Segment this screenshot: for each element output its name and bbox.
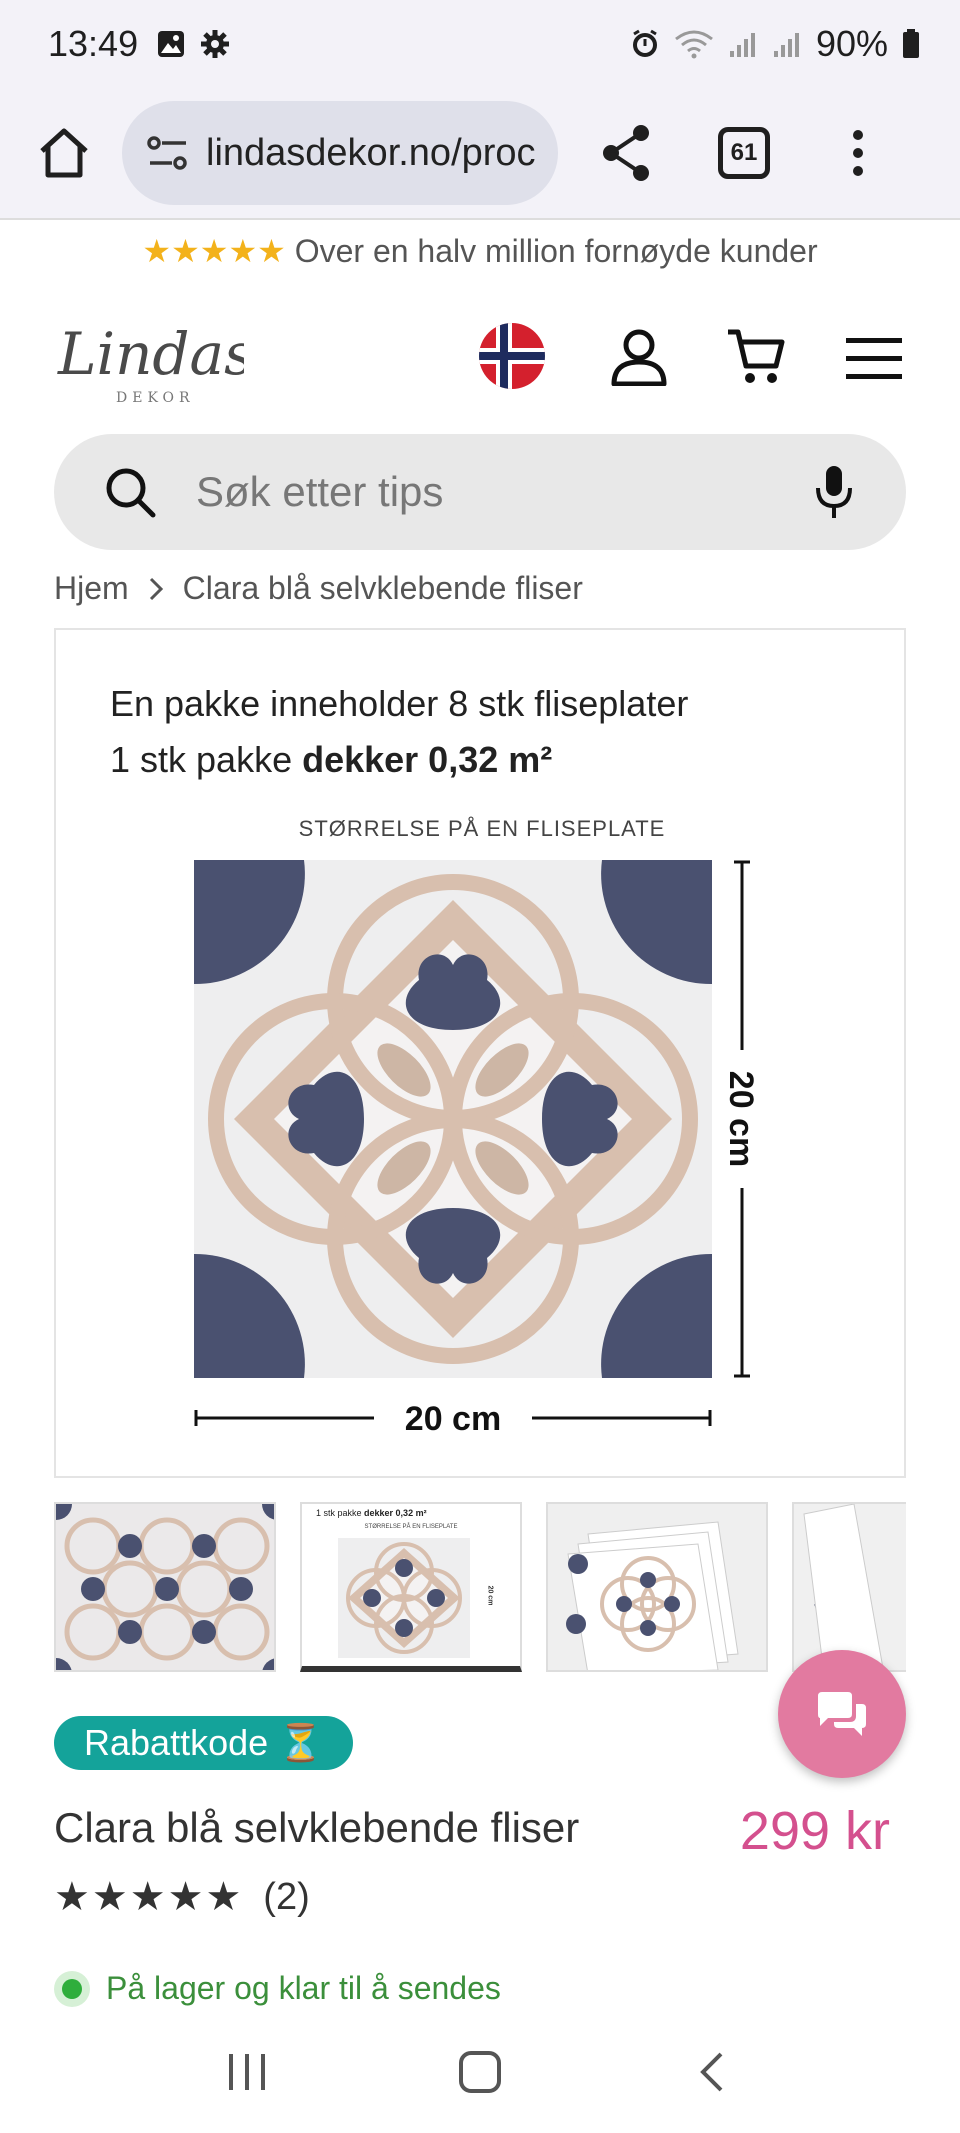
home-icon xyxy=(40,128,88,178)
pack-info: En pakke inneholder 8 stk fliseplater 1 … xyxy=(110,676,688,788)
alarm-icon xyxy=(632,29,657,57)
thumbnail-2-bold: dekker 0,32 m² xyxy=(364,1508,427,1518)
microphone-icon[interactable] xyxy=(814,464,854,520)
settings-icon xyxy=(201,30,230,58)
signal-icon xyxy=(773,33,799,57)
signal-icon xyxy=(729,33,755,57)
thumbnail-3[interactable] xyxy=(546,1502,768,1672)
thumbnail-1[interactable] xyxy=(54,1502,276,1672)
more-menu-button[interactable] xyxy=(848,123,868,183)
thumbnail-2-prefix: 1 stk pakke xyxy=(316,1508,365,1518)
thumbnail-2-text: 1 stk pakke dekker 0,32 m² xyxy=(316,1508,427,1518)
width-dimension-line: 20 cm xyxy=(194,1400,712,1438)
rating-count: (2) xyxy=(263,1875,310,1918)
chat-bubbles-icon xyxy=(818,1692,866,1736)
stock-text: På lager og klar til å sendes xyxy=(106,1970,501,2006)
pack-info-line2-bold: dekker 0,32 m² xyxy=(302,739,553,780)
discount-code-badge[interactable]: Rabattkode ⏳ xyxy=(54,1716,353,1770)
thumbnail-strip: 1 stk pakke dekker 0,32 m² STØRRELSE PÅ … xyxy=(54,1502,906,1674)
pack-info-line2: 1 stk pakke dekker 0,32 m² xyxy=(110,732,688,788)
search-input[interactable]: Søk etter tips xyxy=(196,468,814,516)
product-price: 299 kr xyxy=(739,1801,890,1861)
tile-pattern-image xyxy=(194,860,712,1378)
system-navigation-bar xyxy=(0,2010,960,2133)
thumbnail-fanned-tiles-image xyxy=(794,1504,906,1670)
product-main-image[interactable]: En pakke inneholder 8 stk fliseplater 1 … xyxy=(54,628,906,1478)
url-text: lindasdekor.no/proc xyxy=(206,131,536,174)
address-bar[interactable]: lindasdekor.no/proc xyxy=(122,101,558,205)
battery-icon xyxy=(903,29,919,58)
logo-text: Lindas xyxy=(57,320,244,388)
share-button[interactable] xyxy=(596,117,656,189)
account-icon[interactable] xyxy=(610,328,668,386)
promo-stars: ★★★★★ xyxy=(142,233,286,269)
thumbnail-2-tile xyxy=(338,1538,470,1658)
home-button[interactable] xyxy=(28,117,100,189)
wifi-icon xyxy=(675,30,713,59)
size-caption: STØRRELSE PÅ EN FLISEPLATE xyxy=(298,816,666,841)
battery-percent: 90% xyxy=(815,23,888,64)
promo-text: Over en halv million fornøyde kunder xyxy=(294,233,818,269)
thumbnail-2-dim: 20 cm xyxy=(486,1585,494,1606)
site-logo[interactable]: Lindas DEKOR xyxy=(54,312,244,412)
status-bar: 13:49 90% xyxy=(0,0,960,88)
chevron-right-icon xyxy=(149,577,163,600)
home-nav-icon[interactable] xyxy=(458,2050,502,2094)
pack-info-line1: En pakke inneholder 8 stk fliseplater xyxy=(110,683,689,724)
site-settings-icon xyxy=(147,136,187,170)
chat-button[interactable] xyxy=(778,1650,906,1778)
rating-stars: ★★★★★ xyxy=(54,1875,244,1919)
thumbnail-4[interactable] xyxy=(792,1502,906,1672)
thumbnail-pattern-image xyxy=(56,1504,274,1670)
hamburger-menu-icon[interactable] xyxy=(846,336,902,380)
recent-apps-icon[interactable] xyxy=(225,2050,269,2094)
gallery-icon xyxy=(158,31,185,57)
product-title: Clara blå selvklebende fliser xyxy=(54,1804,580,1851)
site-header: Lindas DEKOR xyxy=(0,300,960,420)
cart-icon[interactable] xyxy=(726,328,786,386)
breadcrumb-home-link[interactable]: Hjem xyxy=(54,570,129,607)
height-dimension-line: 20 cm xyxy=(722,860,760,1378)
thumbnail-stacked-tiles-image xyxy=(548,1504,766,1670)
width-label: 20 cm xyxy=(405,1400,501,1438)
promo-banner: ★★★★★ Over en halv million fornøyde kund… xyxy=(0,232,960,270)
in-stock-dot-icon xyxy=(54,1970,90,2007)
tab-switcher-button[interactable]: 61 xyxy=(718,127,770,179)
product-rating[interactable]: ★★★★★ (2) xyxy=(54,1874,310,1920)
share-icon xyxy=(603,125,649,181)
pack-info-line2-prefix: 1 stk pakke xyxy=(110,739,303,780)
thumbnail-2[interactable]: 1 stk pakke dekker 0,32 m² STØRRELSE PÅ … xyxy=(300,1502,522,1672)
search-icon xyxy=(106,468,156,518)
height-label: 20 cm xyxy=(722,1071,760,1167)
logo-subtext: DEKOR xyxy=(116,390,195,406)
browser-toolbar: lindasdekor.no/proc 61 xyxy=(0,88,960,220)
breadcrumb-current: Clara blå selvklebende fliser xyxy=(182,570,583,606)
norway-flag-icon[interactable] xyxy=(478,322,546,390)
search-bar[interactable]: Søk etter tips xyxy=(54,434,906,550)
stock-status: På lager og klar til å sendes xyxy=(54,1970,501,2007)
thumbnail-2-caption: STØRRELSE PÅ EN FLISEPLATE xyxy=(364,1524,458,1530)
status-time: 13:49 xyxy=(48,23,139,64)
breadcrumb: Hjem Clara blå selvklebende fliser xyxy=(54,570,583,607)
back-nav-icon[interactable] xyxy=(691,2050,735,2094)
kebab-menu-icon xyxy=(853,130,863,176)
